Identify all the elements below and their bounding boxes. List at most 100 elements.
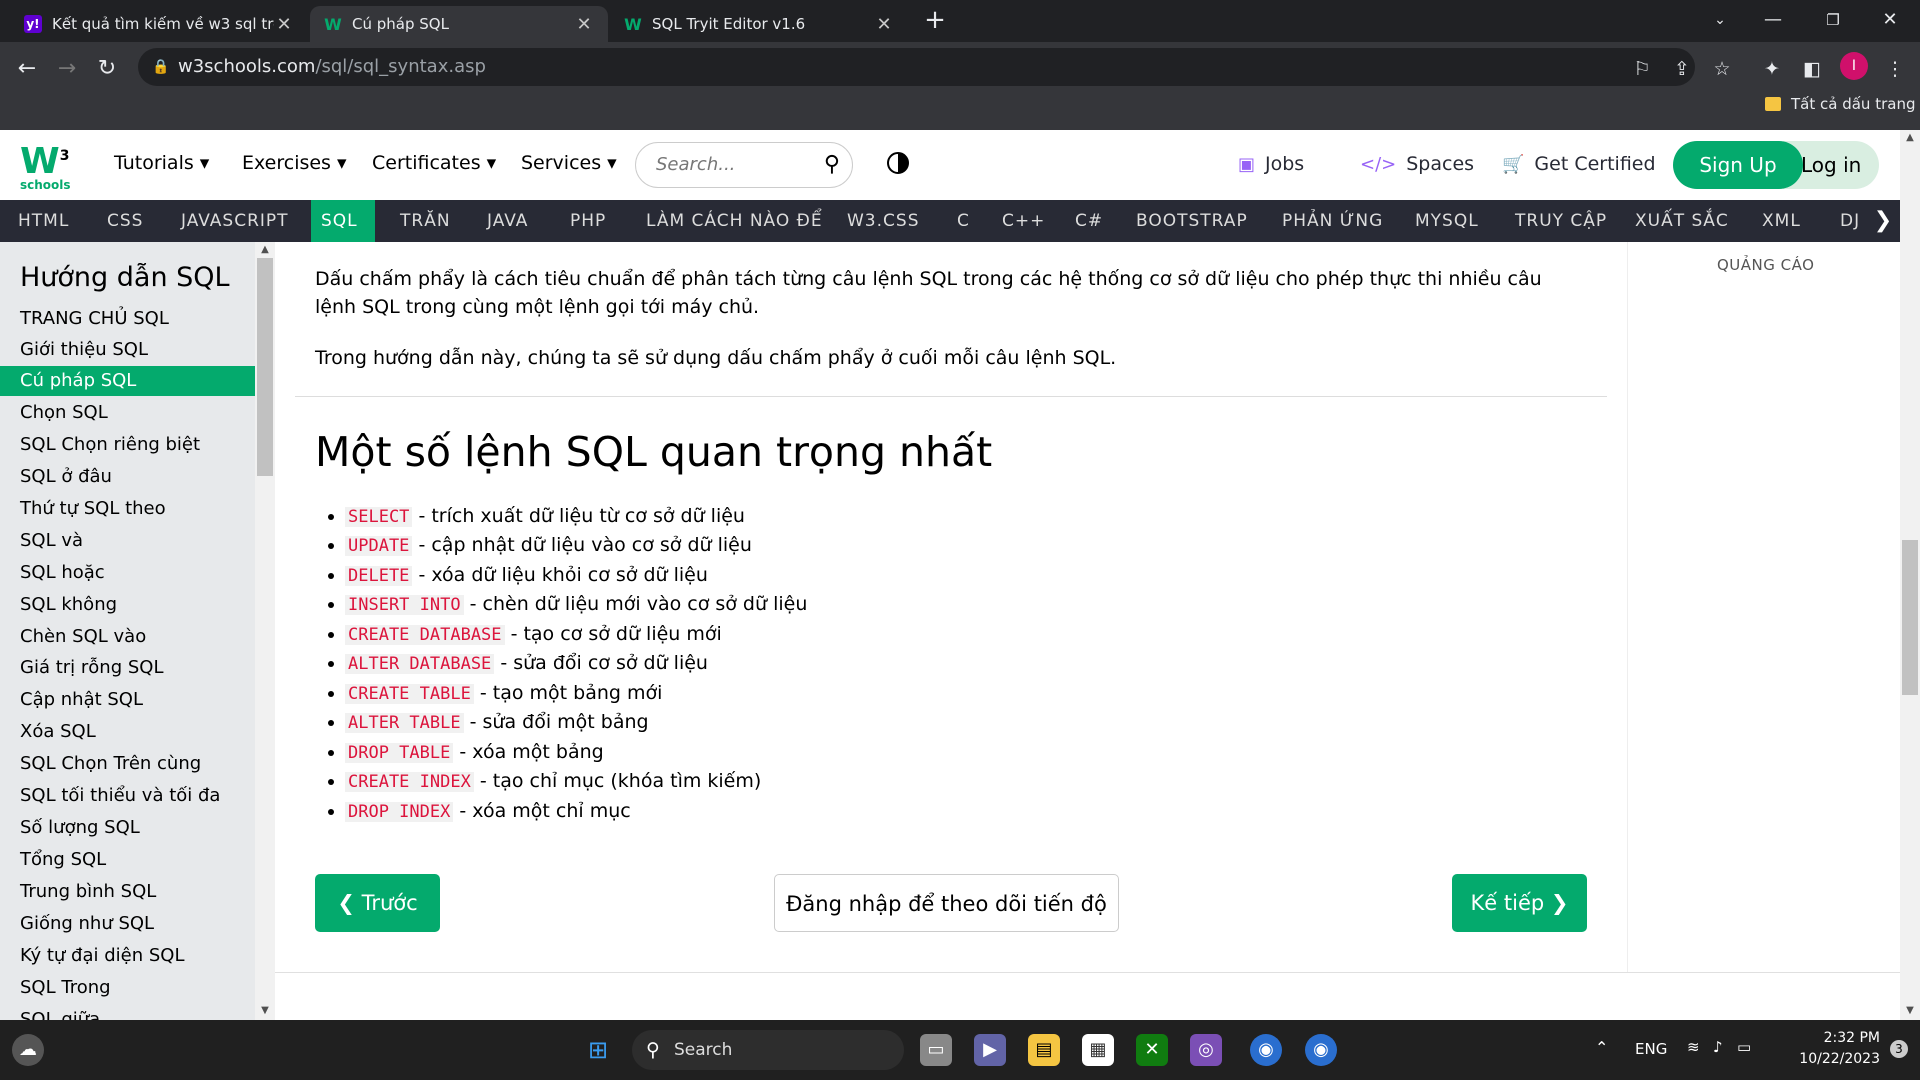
jobs-link[interactable]: ▣ Jobs: [1238, 153, 1304, 175]
scroll-up-icon[interactable]: ▲: [1900, 132, 1920, 143]
contrast-toggle-icon[interactable]: [887, 152, 909, 174]
minimize-button[interactable]: —: [1753, 6, 1793, 34]
nav-mysql[interactable]: MYSQL: [1405, 200, 1489, 242]
wifi-icon[interactable]: ≋: [1687, 1038, 1700, 1056]
sidebar-scroll-thumb[interactable]: [257, 258, 273, 476]
sidebar-item[interactable]: TRANG CHỦ SQL: [0, 304, 255, 334]
menu-exercises[interactable]: Exercises ▾: [242, 152, 347, 174]
page-scroll-thumb[interactable]: [1902, 540, 1918, 695]
nav-howto[interactable]: LÀM CÁCH NÀO ĐỂ: [636, 200, 833, 242]
previous-button[interactable]: ❮ Trước: [315, 874, 440, 932]
sidebar-item[interactable]: SQL Chọn Trên cùng: [0, 749, 255, 779]
nav-css[interactable]: CSS: [97, 200, 153, 242]
file-explorer-icon[interactable]: ▤: [1028, 1034, 1060, 1066]
teams-chat-icon[interactable]: ▶: [974, 1034, 1006, 1066]
sidebar-item[interactable]: SQL giữa: [0, 1005, 255, 1020]
chrome-profile-icon[interactable]: ◉: [1305, 1034, 1337, 1066]
battery-icon[interactable]: ▭: [1737, 1038, 1751, 1056]
reload-icon[interactable]: ↻: [92, 54, 122, 84]
menu-certificates[interactable]: Certificates ▾: [372, 152, 496, 174]
close-tab-icon[interactable]: ✕: [274, 14, 294, 35]
sidebar-item[interactable]: Tổng SQL: [0, 845, 255, 875]
sidebar-item[interactable]: Xóa SQL: [0, 717, 255, 747]
nav-c[interactable]: C: [947, 200, 980, 242]
nav-access[interactable]: TRUY CẬP: [1505, 200, 1617, 242]
notification-badge[interactable]: 3: [1890, 1040, 1908, 1058]
url-bar[interactable]: 🔒 w3schools.com/sql/sql_syntax.asp: [138, 48, 1695, 86]
translate-icon[interactable]: ⚐: [1627, 54, 1657, 84]
volume-icon[interactable]: ♪: [1713, 1038, 1723, 1056]
weather-icon[interactable]: ☁: [12, 1034, 44, 1066]
xbox-icon[interactable]: ✕: [1136, 1034, 1168, 1066]
nav-java[interactable]: JAVA: [477, 200, 538, 242]
w3schools-logo[interactable]: W3 schools: [20, 138, 76, 194]
tab-search-results[interactable]: y! Kết quả tìm kiếm về w3 sql trên ✕: [10, 6, 308, 42]
search-icon[interactable]: ⚲: [824, 143, 840, 187]
maximize-button[interactable]: ❐: [1813, 6, 1853, 34]
taskbar-search[interactable]: ⚲ Search: [632, 1030, 904, 1070]
sidebar-item[interactable]: Giá trị rỗng SQL: [0, 653, 255, 683]
sidebar-item[interactable]: Ký tự đại diện SQL: [0, 941, 255, 971]
sidebar-item-active[interactable]: Cú pháp SQL: [0, 366, 255, 396]
back-arrow-icon[interactable]: ←: [12, 54, 42, 84]
sidebar-item[interactable]: Giới thiệu SQL: [0, 335, 255, 365]
sidebar-item[interactable]: SQL tối thiểu và tối đa: [0, 781, 255, 811]
nav-excel[interactable]: XUẤT SẮC: [1625, 200, 1739, 242]
app-icon[interactable]: ◎: [1190, 1034, 1222, 1066]
tab-tryit-editor[interactable]: W SQL Tryit Editor v1.6 ✕: [610, 6, 908, 42]
bookmark-star-icon[interactable]: ☆: [1707, 54, 1737, 84]
sidebar-item[interactable]: SQL và: [0, 526, 255, 556]
spaces-link[interactable]: </> Spaces: [1360, 153, 1474, 175]
sidebar-item[interactable]: Chọn SQL: [0, 398, 255, 428]
scroll-up-icon[interactable]: ▲: [255, 244, 275, 255]
nav-cpp[interactable]: C++: [992, 200, 1055, 242]
nav-w3css[interactable]: W3.CSS: [837, 200, 929, 242]
sidebar-item[interactable]: Trung bình SQL: [0, 877, 255, 907]
menu-kebab-icon[interactable]: ⋮: [1880, 54, 1910, 84]
nav-javascript[interactable]: JAVASCRIPT: [171, 200, 299, 242]
nav-react[interactable]: PHẢN ỨNG: [1272, 200, 1393, 242]
search-input[interactable]: Search... ⚲: [635, 142, 853, 188]
all-bookmarks[interactable]: Tất cả dấu trang: [1765, 95, 1915, 113]
sidebar-item[interactable]: Chèn SQL vào: [0, 622, 255, 652]
windows-start-icon[interactable]: ⊞: [582, 1034, 614, 1066]
sidebar-item[interactable]: SQL Chọn riêng biệt: [0, 430, 255, 460]
login-track-progress-button[interactable]: Đăng nhập để theo dõi tiến độ: [774, 874, 1119, 932]
sidebar-item[interactable]: Cập nhật SQL: [0, 685, 255, 715]
tab-search-chevron-icon[interactable]: ⌄: [1700, 6, 1740, 34]
menu-tutorials[interactable]: Tutorials ▾: [114, 152, 209, 174]
nav-xml[interactable]: XML: [1752, 200, 1811, 242]
share-icon[interactable]: ⇪: [1667, 54, 1697, 84]
close-tab-icon[interactable]: ✕: [874, 14, 894, 35]
clock-date[interactable]: 10/22/2023: [1780, 1051, 1880, 1067]
new-tab-button[interactable]: +: [915, 6, 955, 34]
task-view-icon[interactable]: ▭: [920, 1034, 952, 1066]
nav-bootstrap[interactable]: BOOTSTRAP: [1126, 200, 1258, 242]
nav-python[interactable]: TRĂN: [390, 200, 461, 242]
nav-php[interactable]: PHP: [560, 200, 616, 242]
next-button[interactable]: Kế tiếp ❯: [1452, 874, 1587, 932]
nav-html[interactable]: HTML: [8, 200, 79, 242]
sidebar-item[interactable]: SQL ở đâu: [0, 462, 255, 492]
menu-services[interactable]: Services ▾: [521, 152, 617, 174]
nav-csharp[interactable]: C#: [1065, 200, 1113, 242]
sidebar-item[interactable]: Số lượng SQL: [0, 813, 255, 843]
signup-button[interactable]: Sign Up: [1673, 141, 1803, 189]
sidebar-item[interactable]: SQL không: [0, 590, 255, 620]
nav-next-chevron-icon[interactable]: ❯: [1866, 200, 1900, 242]
scroll-down-icon[interactable]: ▼: [255, 1005, 275, 1016]
sidebar-item[interactable]: SQL hoặc: [0, 558, 255, 588]
nav-sql[interactable]: SQL: [311, 200, 375, 242]
sidebar-item[interactable]: Giống như SQL: [0, 909, 255, 939]
clock-time[interactable]: 2:32 PM: [1780, 1030, 1880, 1046]
nav-django[interactable]: DJ: [1830, 200, 1870, 242]
chevron-up-icon[interactable]: ⌃: [1595, 1038, 1608, 1057]
profile-avatar[interactable]: I: [1840, 52, 1868, 80]
scroll-down-icon[interactable]: ▼: [1900, 1005, 1920, 1016]
forward-arrow-icon[interactable]: →: [52, 54, 82, 84]
close-window-button[interactable]: ✕: [1870, 6, 1910, 34]
language-indicator[interactable]: ENG: [1635, 1040, 1667, 1058]
chrome-icon[interactable]: ◉: [1250, 1034, 1282, 1066]
extensions-icon[interactable]: ✦: [1757, 54, 1787, 84]
side-panel-icon[interactable]: ◧: [1797, 54, 1827, 84]
